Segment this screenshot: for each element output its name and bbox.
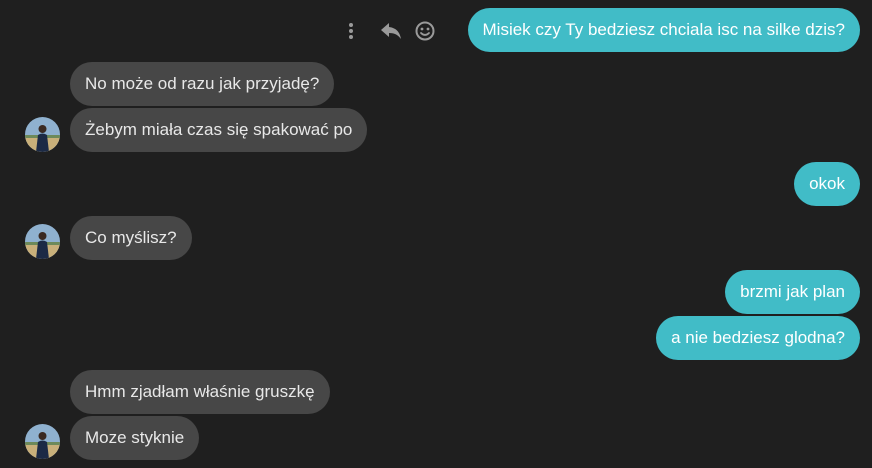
contact-avatar[interactable] (25, 117, 60, 152)
outgoing-message[interactable]: Misiek czy Ty bedziesz chciala isc na si… (467, 8, 860, 52)
emoji-reaction-icon[interactable] (410, 16, 440, 46)
incoming-message[interactable]: Żebym miała czas się spakować po (70, 108, 368, 152)
more-options-icon[interactable] (340, 16, 362, 46)
chat-thread: Misiek czy Ty bedziesz chciala isc na si… (0, 0, 872, 468)
outgoing-message[interactable]: a nie bedziesz glodna? (656, 316, 860, 360)
message-actions (340, 14, 440, 48)
reply-icon[interactable] (374, 16, 408, 46)
contact-avatar[interactable] (25, 224, 60, 259)
incoming-message[interactable]: Co myślisz? (70, 216, 192, 260)
outgoing-message[interactable]: brzmi jak plan (725, 270, 860, 314)
incoming-message[interactable]: Moze styknie (70, 416, 200, 460)
incoming-message[interactable]: No może od razu jak przyjadę? (70, 62, 335, 106)
outgoing-message[interactable]: okok (794, 162, 860, 206)
contact-avatar[interactable] (25, 424, 60, 459)
incoming-message[interactable]: Hmm zjadłam właśnie gruszkę (70, 370, 330, 414)
